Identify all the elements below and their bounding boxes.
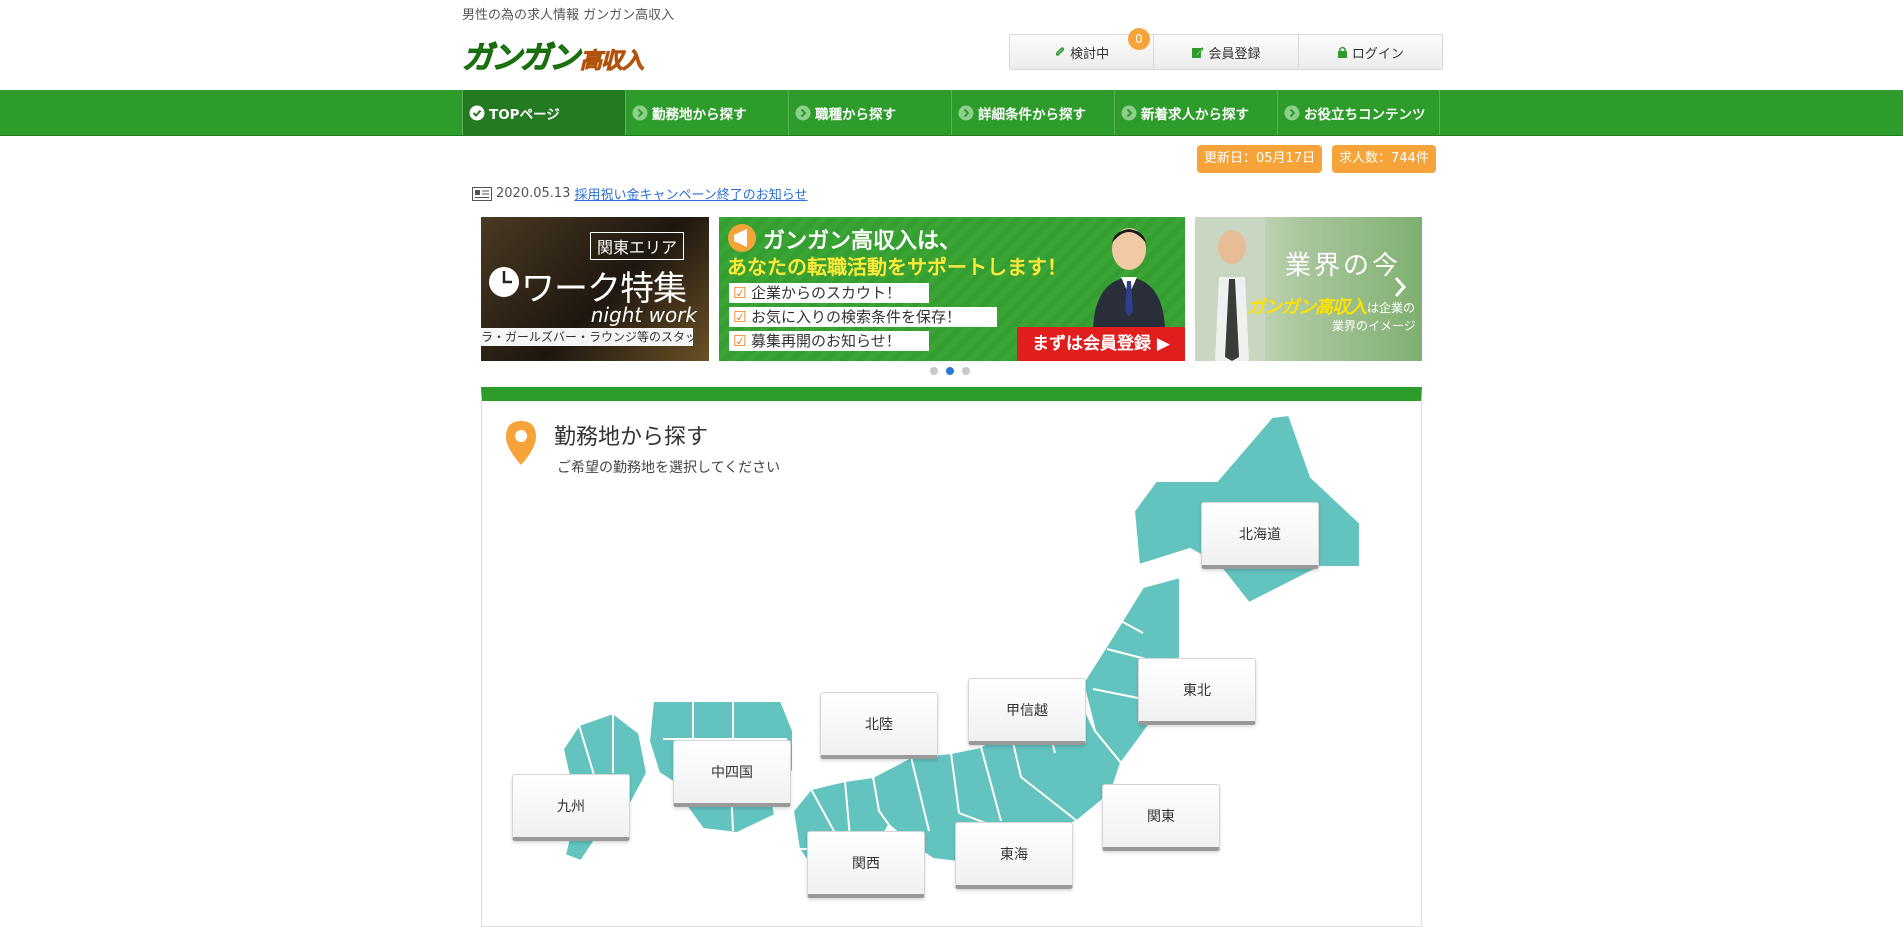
- region-kansai-button[interactable]: 関西: [807, 831, 925, 898]
- businessman-illustration: [1093, 228, 1165, 329]
- news-item: 2020.05.13 採用祝い金キャンペーン終了のお知らせ: [472, 184, 808, 203]
- banner-support-point1: ☑ 企業からのスカウト！: [729, 283, 929, 303]
- nav-job-type-label: 職種から探す: [815, 106, 896, 123]
- banner-support-point1-text: 企業からのスカウト！: [751, 284, 902, 302]
- banner-register-cta-label: まずは会員登録: [1032, 334, 1151, 354]
- region-tohoku-button[interactable]: 東北: [1138, 658, 1256, 725]
- news-link[interactable]: 採用祝い金キャンペーン終了のお知らせ: [574, 184, 807, 203]
- global-nav: TOPページ 勤務地から探す 職種から探す 詳細条件から探す 新着求人から探す …: [0, 90, 1903, 136]
- slider-dot-2[interactable]: [946, 367, 954, 375]
- updated-date-badge: 更新日：05月17日: [1197, 145, 1323, 173]
- user-menu: 検討中 0 会員登録 ログイン: [1009, 28, 1443, 70]
- newspaper-icon: [472, 186, 492, 201]
- chevron-circle-icon: [632, 105, 648, 120]
- nav-top-label: TOPページ: [489, 106, 560, 123]
- banner-industry-line2: は企業の: [1367, 301, 1416, 315]
- logo-text-green: ガンガン: [462, 40, 582, 76]
- paperclip-icon: [1056, 47, 1065, 56]
- pencil-note-icon: [1192, 46, 1205, 58]
- banner-night-area: 関東エリア: [590, 232, 685, 260]
- banner-night-work[interactable]: 関東エリア ワーク特集 night work ラ・ガールズバー・ラウンジ等のスタ…: [481, 217, 709, 361]
- logo-text-orange: 高収入: [580, 48, 644, 74]
- slider-dot-1[interactable]: [930, 367, 938, 375]
- banner-industry-title: 業界の今: [1285, 251, 1402, 281]
- banner-register-cta[interactable]: まずは会員登録 ▶: [1017, 327, 1185, 361]
- banner-slider[interactable]: 関東エリア ワーク特集 night work ラ・ガールズバー・ラウンジ等のスタ…: [481, 217, 1422, 361]
- chevron-circle-icon: [958, 105, 974, 120]
- slider-dots: [930, 367, 970, 375]
- consider-label: 検討中: [1070, 46, 1110, 62]
- region-tokai-button[interactable]: 東海: [955, 822, 1073, 889]
- site-tagline: 男性の為の求人情報 ガンガン高収入: [462, 8, 675, 23]
- banner-industry-logo: ガンガン高収入: [1247, 297, 1367, 318]
- region-koshinetsu-button[interactable]: 甲信越: [968, 678, 1086, 745]
- nav-useful-content-label: お役立ちコンテンツ: [1304, 106, 1426, 123]
- banner-industry-line3: 業界のイメージ: [1332, 319, 1416, 333]
- nav-detail-search[interactable]: 詳細条件から探す: [951, 90, 1114, 135]
- lock-icon: [1337, 46, 1347, 58]
- nav-new-jobs[interactable]: 新着求人から探す: [1114, 90, 1277, 135]
- nav-job-type[interactable]: 職種から探す: [788, 90, 951, 135]
- banner-support-point2: ☑ お気に入りの検索条件を保存！: [729, 307, 997, 327]
- nav-useful-content[interactable]: お役立ちコンテンツ: [1277, 90, 1440, 135]
- job-count-badge: 求人数：744件: [1332, 145, 1436, 173]
- region-hokkaido-button[interactable]: 北海道: [1201, 502, 1319, 569]
- banner-member-support[interactable]: ガンガン高収入は、 あなたの転職活動をサポートします！ ☑ 企業からのスカウト！ …: [719, 217, 1185, 361]
- check-circle-icon: [469, 105, 485, 120]
- login-button[interactable]: ログイン: [1299, 35, 1442, 69]
- nav-area-label: 勤務地から探す: [652, 106, 747, 123]
- nav-detail-search-label: 詳細条件から探す: [978, 106, 1086, 123]
- news-date: 2020.05.13: [496, 186, 571, 201]
- consider-list-button[interactable]: 検討中 0: [1010, 28, 1155, 69]
- chevron-circle-icon: [795, 105, 811, 120]
- consider-count-badge: 0: [1128, 28, 1150, 50]
- banner-support-point2-text: お気に入りの検索条件を保存！: [751, 308, 962, 326]
- chevron-right-icon[interactable]: [1393, 275, 1407, 299]
- region-hokuriku-button[interactable]: 北陸: [820, 692, 938, 759]
- nav-new-jobs-label: 新着求人から探す: [1141, 106, 1249, 123]
- check-icon: ☑: [733, 284, 747, 302]
- check-icon: ☑: [733, 308, 747, 326]
- banner-night-staff: ラ・ガールズバー・ラウンジ等のスタッフ: [481, 328, 693, 346]
- region-kyushu-button[interactable]: 九州: [512, 774, 630, 841]
- site-logo[interactable]: ガンガン 高収入: [462, 36, 662, 77]
- register-button[interactable]: 会員登録: [1154, 35, 1299, 69]
- region-chushikoku-button[interactable]: 中四国: [673, 740, 791, 807]
- nav-top[interactable]: TOPページ: [462, 90, 625, 135]
- banner-support-point3: ☑ 募集再開のお知らせ！: [729, 331, 929, 351]
- banner-support-point3-text: 募集再開のお知らせ！: [751, 332, 901, 350]
- chevron-circle-icon: [1121, 105, 1137, 120]
- register-label: 会員登録: [1208, 46, 1261, 62]
- nav-area[interactable]: 勤務地から探す: [625, 90, 788, 135]
- banner-industry[interactable]: 業界の今 ガンガン高収入 は企業の 業界のイメージ: [1195, 217, 1422, 361]
- region-kanto-button[interactable]: 関東: [1102, 784, 1220, 851]
- clock-icon: [489, 267, 519, 297]
- slider-dot-3[interactable]: [962, 367, 970, 375]
- chevron-circle-icon: [1284, 105, 1300, 120]
- megaphone-icon: [728, 224, 756, 252]
- banner-night-subtitle: night work: [590, 303, 697, 327]
- banner-support-headline2: あなたの転職活動をサポートします！: [727, 255, 1067, 279]
- office-worker-illustration: [1195, 217, 1265, 361]
- login-label: ログイン: [1351, 46, 1404, 62]
- check-icon: ☑: [733, 332, 747, 350]
